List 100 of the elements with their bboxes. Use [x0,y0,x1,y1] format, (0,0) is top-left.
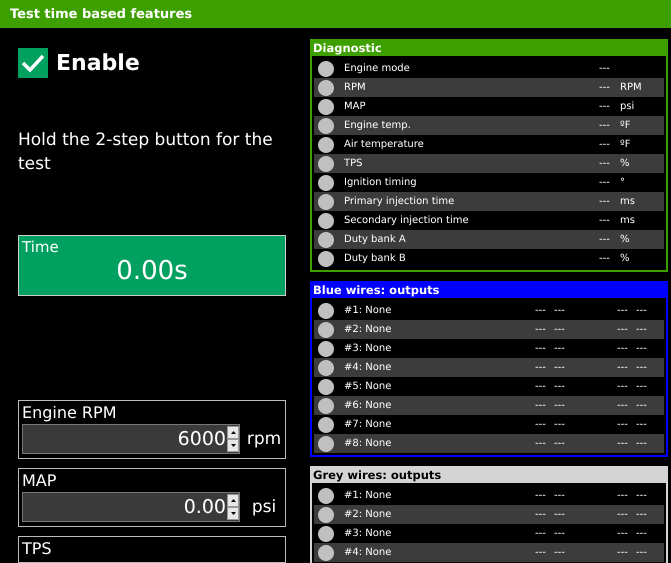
row-value: --- [535,419,546,430]
instruction-text: Hold the 2-step button for the test [18,129,274,176]
down-arrow-icon [230,512,236,515]
down-arrow-icon [230,444,236,447]
row-label: Engine temp. [344,120,412,131]
row-label: MAP [344,101,366,112]
row-value: --- [617,438,628,449]
row-label: Secondary injection time [344,215,470,226]
row-value: --- [617,419,628,430]
row-label: #8: None [344,438,392,449]
row-value: % [620,253,630,264]
number-field[interactable]: 0.00 [22,492,240,522]
unit-label: rpm [246,429,282,449]
row-value: --- [535,305,546,316]
row-value: --- [636,438,647,449]
row-value: --- [636,305,647,316]
input-label: TPS [22,539,52,558]
row-value: --- [617,381,628,392]
row-value: --- [554,324,565,335]
row-value: --- [599,120,610,131]
row-label: #2: None [344,509,392,520]
row-value: --- [599,158,610,169]
row-label: #4: None [344,547,392,558]
row-value: RPM [620,82,642,93]
row-value: --- [636,381,647,392]
number-field[interactable]: 6000 [22,424,240,454]
row-value: --- [617,362,628,373]
row-label: Engine mode [344,63,411,74]
row-value: --- [554,490,565,501]
row-label: #3: None [344,528,392,539]
spin-down-button[interactable] [227,439,239,452]
row-label: #2: None [344,324,392,335]
row-label: TPS [344,158,364,169]
row-value: --- [617,547,628,558]
time-label: Time [21,237,60,256]
row-value: --- [599,139,610,150]
time-value: 0.00s [116,256,188,286]
row-value: --- [599,177,610,188]
up-arrow-icon [230,431,236,434]
row-value: --- [599,196,610,207]
row-value: --- [636,419,647,430]
row-value: --- [599,253,610,264]
row-value: --- [599,63,610,74]
row-value: --- [636,362,647,373]
row-label: #7: None [344,419,392,430]
row-value: --- [617,305,628,316]
row-value: ° [620,177,625,188]
row-value: psi [620,101,634,112]
row-label: #4: None [344,362,392,373]
enable-checkbox[interactable] [18,48,48,78]
row-value: --- [617,528,628,539]
row-value: --- [617,490,628,501]
row-value: --- [636,400,647,411]
row-value: --- [617,343,628,354]
row-value: --- [554,509,565,520]
row-value: --- [617,324,628,335]
row-value: --- [636,490,647,501]
row-value: --- [636,343,647,354]
row-label: Duty bank B [344,253,407,264]
spin-up-button[interactable] [227,494,239,507]
unit-label: psi [250,497,278,517]
row-value: ms [620,215,635,226]
panel-title: Blue wires: outputs [312,283,666,298]
row-value: --- [535,343,546,354]
input-label: Engine RPM [22,403,116,422]
row-value: --- [554,419,565,430]
row-label: #1: None [344,490,392,501]
row-value: % [620,234,630,245]
row-value: ºF [620,120,630,131]
panel-title: Grey wires: outputs [312,468,666,483]
row-value: --- [636,509,647,520]
panel-title: Diagnostic [312,41,666,56]
row-value: --- [535,547,546,558]
row-value: --- [535,490,546,501]
row-value: --- [617,400,628,411]
row-label: Ignition timing [344,177,418,188]
row-value: --- [599,215,610,226]
enable-label: Enable [56,50,140,76]
row-value: --- [535,400,546,411]
row-value: --- [636,547,647,558]
row-label: #5: None [344,381,392,392]
row-value: ºF [620,139,630,150]
row-label: RPM [344,82,367,93]
row-label: #3: None [344,343,392,354]
row-value: --- [554,343,565,354]
row-value: --- [617,509,628,520]
row-value: ms [620,196,635,207]
row-value: --- [535,528,546,539]
row-label: Duty bank A [344,234,407,245]
row-value: --- [599,82,610,93]
row-label: #6: None [344,400,392,411]
row-value: --- [636,528,647,539]
window-title: Test time based features [0,0,671,28]
row-value: --- [554,438,565,449]
spin-up-button[interactable] [227,426,239,439]
spin-down-button[interactable] [227,507,239,520]
row-value: --- [535,362,546,373]
row-value: --- [599,101,610,112]
row-value: --- [554,305,565,316]
row-value: --- [535,324,546,335]
